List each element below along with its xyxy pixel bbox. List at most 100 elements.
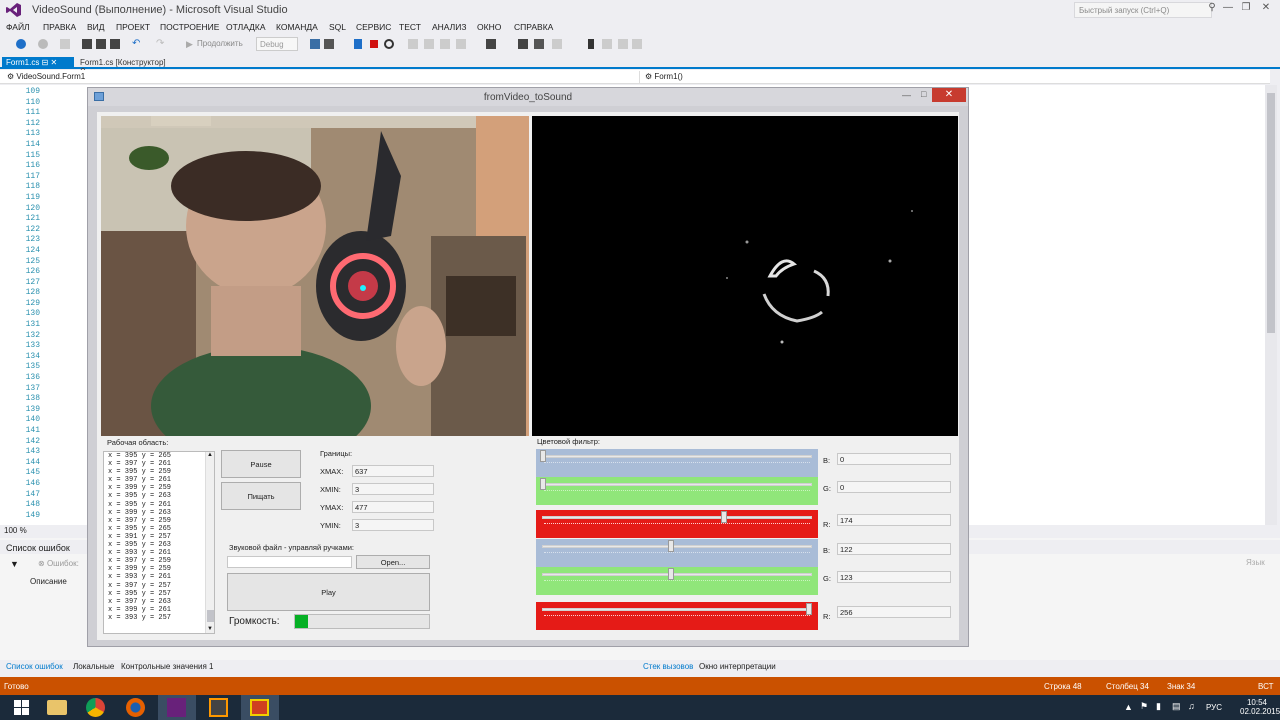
configuration-select[interactable]: Debug xyxy=(256,37,298,51)
list-item[interactable]: x = 397 y = 261 xyxy=(104,460,214,468)
volume-icon[interactable]: ♫ xyxy=(1188,701,1195,711)
list-scroll-thumb[interactable] xyxy=(207,610,214,622)
clear-bookmarks-icon[interactable] xyxy=(632,39,642,49)
chrome-icon[interactable] xyxy=(77,695,115,720)
network-icon[interactable]: ▤ xyxy=(1172,701,1181,712)
slider-thumb[interactable] xyxy=(806,603,812,615)
explorer-icon[interactable] xyxy=(38,695,76,720)
list-item[interactable]: x = 393 y = 257 xyxy=(104,614,214,622)
show-next-statement-icon[interactable] xyxy=(408,39,418,49)
color-slider[interactable]: G: 123 xyxy=(536,567,951,595)
menu-item-edit[interactable]: ПРАВКА xyxy=(43,22,76,32)
sublime-icon[interactable] xyxy=(200,695,238,720)
thread-icon[interactable] xyxy=(324,39,334,49)
save-all-icon[interactable] xyxy=(110,39,120,49)
menu-item-file[interactable]: ФАЙЛ xyxy=(6,22,30,32)
back-icon[interactable] xyxy=(16,39,26,49)
menu-item-window[interactable]: ОКНО xyxy=(477,22,501,32)
list-item[interactable]: x = 395 y = 263 xyxy=(104,541,214,549)
color-slider[interactable]: G: 0 xyxy=(536,477,951,505)
list-item[interactable]: x = 393 y = 261 xyxy=(104,573,214,581)
firefox-icon[interactable] xyxy=(117,695,155,720)
new-project-icon[interactable] xyxy=(60,39,70,49)
list-item[interactable]: x = 395 y = 261 xyxy=(104,501,214,509)
app-minimize-button[interactable]: — xyxy=(902,90,911,100)
step-into-icon[interactable] xyxy=(424,39,434,49)
app-window-icon[interactable] xyxy=(241,695,279,720)
undo-icon[interactable]: ↶ xyxy=(132,39,142,49)
slider-thumb[interactable] xyxy=(540,478,546,490)
slider-thumb[interactable] xyxy=(667,568,674,580)
menu-item-project[interactable]: ПРОЕКТ xyxy=(116,22,150,32)
menu-item-team[interactable]: КОМАНДА xyxy=(276,22,318,32)
menu-item-debug[interactable]: ОТЛАДКА xyxy=(226,22,266,32)
prev-bookmark-icon[interactable] xyxy=(602,39,612,49)
xmin-field[interactable]: 3 xyxy=(352,483,434,495)
bookmark-icon[interactable] xyxy=(588,39,594,49)
visual-studio-taskbar-icon[interactable] xyxy=(158,695,196,720)
language-column[interactable]: Язык xyxy=(1246,558,1265,567)
color-slider[interactable]: R: 174 xyxy=(536,510,951,538)
scroll-down-icon[interactable]: ▼ xyxy=(207,626,213,632)
ymax-field[interactable]: 477 xyxy=(352,501,434,513)
list-item[interactable]: x = 395 y = 265 xyxy=(104,452,214,460)
menu-item-test[interactable]: ТЕСТ xyxy=(399,22,421,32)
list-item[interactable]: x = 397 y = 259 xyxy=(104,557,214,565)
list-scrollbar[interactable]: ▲ ▼ xyxy=(205,452,214,633)
list-item[interactable]: x = 391 y = 257 xyxy=(104,533,214,541)
list-item[interactable]: x = 395 y = 257 xyxy=(104,590,214,598)
step-over-icon[interactable] xyxy=(440,39,450,49)
coordinates-list[interactable]: x = 395 y = 265 x = 397 y = 261 x = 395 y … xyxy=(103,451,215,634)
open-icon[interactable] xyxy=(82,39,92,49)
start-button[interactable] xyxy=(4,695,42,720)
list-item[interactable]: x = 393 y = 261 xyxy=(104,549,214,557)
editor-scrollbar[interactable] xyxy=(1265,85,1277,525)
list-item[interactable]: x = 399 y = 259 xyxy=(104,565,214,573)
tray-arrow-icon[interactable]: ▲ xyxy=(1124,702,1133,712)
redo-icon[interactable]: ↷ xyxy=(156,39,166,49)
clock[interactable]: 10:54 02.02.2015 xyxy=(1240,698,1280,716)
class-dropdown[interactable]: ⚙ VideoSound.Form1 xyxy=(4,71,640,83)
channel-value-field[interactable]: 256 xyxy=(837,606,951,618)
color-slider[interactable]: B: 122 xyxy=(536,539,951,567)
list-item[interactable]: x = 397 y = 261 xyxy=(104,476,214,484)
menu-item-tools[interactable]: СЕРВИС xyxy=(356,22,391,32)
battery-icon[interactable]: ▮ xyxy=(1156,701,1161,712)
tab-watch[interactable]: Контрольные значения 1 xyxy=(121,662,213,671)
tab-form1-designer[interactable]: Form1.cs [Конструктор] ⚲ xyxy=(76,57,176,76)
menu-item-view[interactable]: ВИД xyxy=(87,22,105,32)
beep-button[interactable]: Пищать xyxy=(221,482,301,510)
save-icon[interactable] xyxy=(96,39,106,49)
list-item[interactable]: x = 399 y = 259 xyxy=(104,484,214,492)
threads-icon[interactable] xyxy=(534,39,544,49)
tab-immediate[interactable]: Окно интерпретации xyxy=(699,662,776,671)
channel-value-field[interactable]: 174 xyxy=(837,514,951,526)
menu-item-build[interactable]: ПОСТРОЕНИЕ xyxy=(160,22,219,32)
member-dropdown[interactable]: ⚙ Form1() xyxy=(642,71,1268,83)
volume-bar[interactable] xyxy=(294,614,430,629)
forward-icon[interactable] xyxy=(38,39,48,49)
restart-icon[interactable] xyxy=(384,39,394,49)
search-icon[interactable]: ⚲ xyxy=(1204,2,1220,13)
next-bookmark-icon[interactable] xyxy=(618,39,628,49)
minimize-button[interactable]: — xyxy=(1220,2,1236,13)
list-item[interactable]: x = 397 y = 263 xyxy=(104,598,214,606)
app-close-button[interactable]: ✕ xyxy=(932,88,966,102)
tab-error-list[interactable]: Список ошибок xyxy=(6,662,63,671)
list-item[interactable]: x = 397 y = 257 xyxy=(104,582,214,590)
continue-icon[interactable]: ▶ xyxy=(186,39,196,49)
list-item[interactable]: x = 399 y = 263 xyxy=(104,509,214,517)
close-button[interactable]: ✕ xyxy=(1258,2,1274,13)
channel-value-field[interactable]: 122 xyxy=(837,543,951,555)
comment-icon[interactable] xyxy=(552,39,562,49)
slider-thumb[interactable] xyxy=(540,450,546,462)
language-indicator[interactable]: РУС xyxy=(1206,703,1222,712)
continue-button[interactable]: Продолжить xyxy=(197,39,243,48)
quick-launch-input[interactable]: Быстрый запуск (Ctrl+Q) xyxy=(1074,2,1212,18)
hex-display-icon[interactable] xyxy=(486,39,496,49)
scroll-up-icon[interactable]: ▲ xyxy=(207,452,213,458)
color-slider[interactable]: B: 0 xyxy=(536,449,951,477)
list-item[interactable]: x = 397 y = 259 xyxy=(104,517,214,525)
flag-icon[interactable]: ⚑ xyxy=(1140,701,1148,712)
color-slider[interactable]: R: 256 xyxy=(536,602,951,630)
